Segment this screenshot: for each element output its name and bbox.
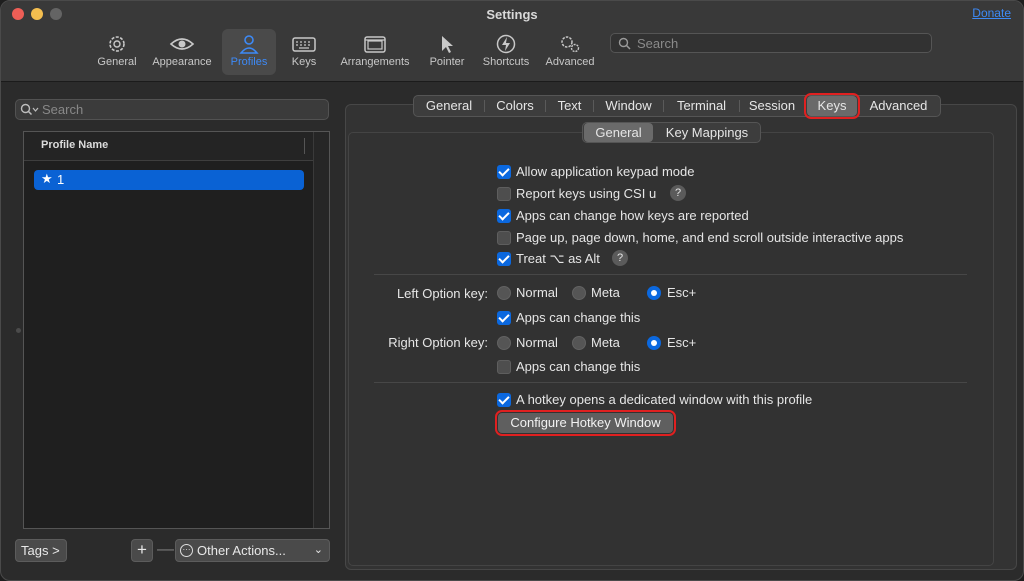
split-view-handle[interactable] [16, 328, 21, 333]
profile-name: 1 [57, 172, 65, 187]
toolbar-pointer[interactable]: Pointer [425, 29, 469, 75]
tab-colors[interactable]: Colors [485, 96, 545, 116]
subtab-key-mappings[interactable]: Key Mappings [655, 123, 759, 142]
other-actions-label: Other Actions... [197, 543, 286, 558]
right-option-esc-radio[interactable] [647, 336, 661, 350]
toolbar-pointer-label: Pointer [429, 56, 465, 68]
keys-subtab-bar: General Key Mappings [582, 122, 761, 143]
left-option-normal-label: Normal [516, 285, 558, 300]
tab-text[interactable]: Text [546, 96, 593, 116]
csi-u-checkbox[interactable] [497, 187, 511, 201]
left-option-normal-radio[interactable] [497, 286, 511, 300]
right-option-apps-change-checkbox[interactable] [497, 360, 511, 374]
profile-list: Profile Name ★ 1 [23, 131, 330, 529]
apps-change-report-label: Apps can change how keys are reported [516, 208, 749, 223]
treat-option-as-alt-label: Treat ⌥ as Alt [516, 251, 600, 266]
tab-advanced[interactable]: Advanced [861, 96, 936, 116]
toolbar-shortcuts[interactable]: Shortcuts [478, 29, 534, 75]
left-option-esc-label: Esc+ [667, 285, 697, 300]
keypad-mode-label: Allow application keypad mode [516, 164, 695, 179]
profile-search-placeholder: Search [42, 102, 84, 117]
add-profile-label: + [137, 540, 147, 559]
profile-tab-bar: General Colors Text Window Terminal Sess… [413, 93, 941, 119]
other-actions-dropdown[interactable]: ··· Other Actions... ⌄ [175, 539, 330, 562]
left-option-esc-radio[interactable] [647, 286, 661, 300]
right-option-key-label: Right Option key: [388, 335, 488, 350]
gears-icon [561, 36, 580, 53]
column-separator [304, 138, 305, 154]
toolbar-arrangements-label: Arrangements [340, 56, 410, 68]
toolbar-keys-label: Keys [291, 56, 317, 68]
section-divider [374, 274, 967, 275]
column-header-profile-name: Profile Name [41, 139, 109, 151]
profile-list-header[interactable]: Profile Name [24, 132, 314, 161]
settings-search-placeholder: Search [637, 36, 679, 51]
toolbar-shortcuts-label: Shortcuts [482, 56, 530, 68]
profile-list-scrollbar[interactable] [313, 132, 329, 528]
toolbar-profiles-label: Profiles [230, 56, 268, 68]
left-option-apps-change-checkbox[interactable] [497, 311, 511, 325]
settings-window: Settings Donate General Appearance Profi… [0, 0, 1024, 581]
tab-general[interactable]: General [414, 96, 484, 116]
hotkey-window-checkbox[interactable] [497, 393, 511, 407]
right-option-normal-label: Normal [516, 335, 558, 350]
treat-alt-help-button[interactable]: ? [612, 250, 628, 266]
default-star-icon: ★ [41, 171, 53, 186]
eye-icon [169, 38, 195, 50]
toolbar-advanced-label: Advanced [545, 56, 595, 68]
right-option-normal-radio[interactable] [497, 336, 511, 350]
right-option-meta-label: Meta [591, 335, 620, 350]
window-title: Settings [486, 7, 538, 22]
keypad-mode-checkbox[interactable] [497, 165, 511, 179]
ellipsis-circle-icon: ··· [180, 544, 193, 557]
windows-icon [364, 36, 386, 53]
configure-hotkey-window-button[interactable]: Configure Hotkey Window [495, 410, 676, 436]
tab-keys[interactable]: Keys [804, 93, 860, 119]
donate-link[interactable]: Donate [972, 6, 1011, 20]
hotkey-window-label: A hotkey opens a dedicated window with t… [516, 392, 813, 407]
csi-u-label: Report keys using CSI u [516, 186, 657, 201]
gear-icon [109, 36, 125, 52]
left-option-key-label: Left Option key: [396, 286, 488, 301]
pointer-icon [442, 36, 453, 53]
section-divider [374, 382, 967, 383]
settings-search-input[interactable]: Search [610, 33, 932, 53]
toolbar-advanced[interactable]: Advanced [542, 29, 598, 75]
subtab-general[interactable]: General [584, 123, 653, 142]
search-icon [20, 103, 39, 116]
add-profile-button[interactable]: + [131, 539, 153, 562]
keyboard-icon [292, 37, 316, 52]
person-icon [239, 35, 259, 54]
profile-row[interactable]: ★ 1 [34, 170, 304, 190]
toolbar-appearance-label: Appearance [152, 56, 212, 68]
chevron-down-icon: ⌄ [313, 544, 323, 556]
profile-search-input[interactable]: Search [15, 99, 329, 120]
title-bar: Settings Donate General Appearance Profi… [1, 1, 1023, 82]
left-option-meta-label: Meta [591, 285, 620, 300]
toolbar-general[interactable]: General [95, 29, 139, 75]
treat-option-as-alt-checkbox[interactable] [497, 252, 511, 266]
tab-session[interactable]: Session [740, 96, 804, 116]
toolbar-appearance[interactable]: Appearance [149, 29, 215, 75]
left-option-apps-change-label: Apps can change this [516, 310, 641, 325]
right-option-apps-change-label: Apps can change this [516, 359, 641, 374]
tags-button[interactable]: Tags > [15, 539, 67, 562]
tab-terminal[interactable]: Terminal [664, 96, 739, 116]
bolt-icon [496, 34, 516, 54]
tags-button-label: Tags > [21, 543, 60, 558]
page-scroll-checkbox[interactable] [497, 231, 511, 245]
search-icon [618, 37, 631, 50]
remove-profile-button[interactable]: — [157, 539, 174, 562]
toolbar-profiles[interactable]: Profiles [222, 29, 276, 75]
toolbar-general-label: General [97, 56, 137, 68]
toolbar-arrangements[interactable]: Arrangements [336, 29, 414, 75]
apps-change-report-checkbox[interactable] [497, 209, 511, 223]
page-scroll-label: Page up, page down, home, and end scroll… [516, 230, 904, 245]
left-option-meta-radio[interactable] [572, 286, 586, 300]
csi-u-help-button[interactable]: ? [670, 185, 686, 201]
right-option-meta-radio[interactable] [572, 336, 586, 350]
toolbar-keys[interactable]: Keys [285, 29, 323, 75]
tab-window[interactable]: Window [594, 96, 663, 116]
right-option-esc-label: Esc+ [667, 335, 697, 350]
